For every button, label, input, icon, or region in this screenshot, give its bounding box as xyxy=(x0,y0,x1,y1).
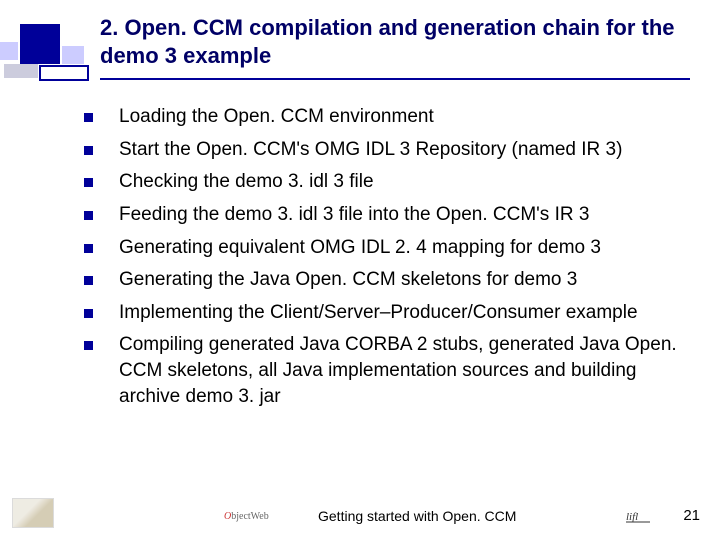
list-item: Start the Open. CCM's OMG IDL 3 Reposito… xyxy=(84,137,680,163)
bullet-text: Loading the Open. CCM environment xyxy=(119,104,434,130)
lifl-logo: lifl xyxy=(626,506,652,526)
bullet-text: Implementing the Client/Server–Producer/… xyxy=(119,300,638,326)
list-item: Generating the Java Open. CCM skeletons … xyxy=(84,267,680,293)
footer-left-logo xyxy=(12,498,54,528)
list-item: Compiling generated Java CORBA 2 stubs, … xyxy=(84,332,680,409)
logo-text: bjectWeb xyxy=(231,511,269,522)
list-item: Checking the demo 3. idl 3 file xyxy=(84,169,680,195)
square-bullet-icon xyxy=(84,341,93,350)
square-bullet-icon xyxy=(84,309,93,318)
bullet-text: Feeding the demo 3. idl 3 file into the … xyxy=(119,202,589,228)
bullet-text: Start the Open. CCM's OMG IDL 3 Reposito… xyxy=(119,137,622,163)
slide-title: 2. Open. CCM compilation and generation … xyxy=(100,14,680,70)
square-bullet-icon xyxy=(84,211,93,220)
title-text: 2. Open. CCM compilation and generation … xyxy=(100,14,680,70)
slide-footer: ObjectWeb Getting started with Open. CCM… xyxy=(0,494,720,532)
bullet-list: Loading the Open. CCM environment Start … xyxy=(84,104,680,416)
list-item: Implementing the Client/Server–Producer/… xyxy=(84,300,680,326)
square-bullet-icon xyxy=(84,178,93,187)
title-decoration xyxy=(0,16,96,86)
square-bullet-icon xyxy=(84,276,93,285)
svg-text:lifl: lifl xyxy=(626,511,638,523)
bullet-text: Generating equivalent OMG IDL 2. 4 mappi… xyxy=(119,235,601,261)
list-item: Feeding the demo 3. idl 3 file into the … xyxy=(84,202,680,228)
objectweb-logo: ObjectWeb xyxy=(224,506,296,526)
square-bullet-icon xyxy=(84,113,93,122)
square-bullet-icon xyxy=(84,146,93,155)
bullet-text: Generating the Java Open. CCM skeletons … xyxy=(119,267,577,293)
bullet-text: Checking the demo 3. idl 3 file xyxy=(119,169,374,195)
page-number: 21 xyxy=(683,507,700,524)
bullet-text: Compiling generated Java CORBA 2 stubs, … xyxy=(119,332,680,409)
list-item: Loading the Open. CCM environment xyxy=(84,104,680,130)
list-item: Generating equivalent OMG IDL 2. 4 mappi… xyxy=(84,235,680,261)
footer-caption: Getting started with Open. CCM xyxy=(318,508,516,524)
title-underline xyxy=(100,78,690,80)
square-bullet-icon xyxy=(84,244,93,253)
